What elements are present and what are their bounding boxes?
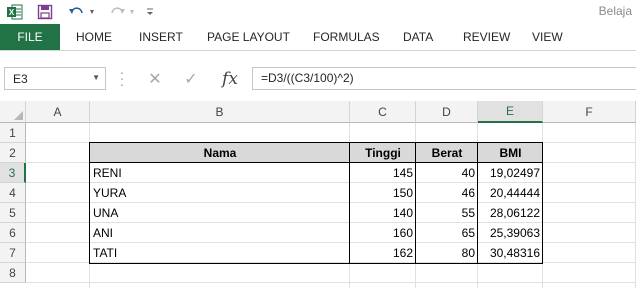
table-border	[477, 142, 478, 264]
insert-function-icon[interactable]: fx	[216, 67, 244, 90]
redo-icon[interactable]	[106, 2, 128, 22]
svg-text:X: X	[9, 8, 15, 17]
name-box[interactable]: E3 ▼	[4, 67, 106, 90]
table-cell-tinggi[interactable]: 162	[350, 243, 416, 263]
table-border	[349, 142, 350, 264]
redo-dropdown-icon: ▼	[128, 8, 136, 16]
row-header-5[interactable]: 5	[0, 203, 26, 223]
column-header-a[interactable]: A	[26, 101, 90, 123]
header-cell-tinggi[interactable]: Tinggi	[350, 143, 416, 163]
table-border	[89, 142, 90, 264]
table-cell-berat[interactable]: 80	[416, 243, 478, 263]
gridline	[26, 282, 636, 283]
row-header-1[interactable]: 1	[0, 123, 26, 143]
column-header-d[interactable]: D	[416, 101, 478, 123]
enter-icon[interactable]: ✓	[178, 67, 204, 90]
row-header-4[interactable]: 4	[0, 183, 26, 203]
excel-icon[interactable]: X	[6, 2, 24, 22]
table-cell-bmi[interactable]: 20,44444	[478, 183, 543, 203]
row-header-8[interactable]: 8	[0, 263, 26, 283]
table-cell-nama[interactable]: TATI	[90, 243, 350, 263]
table-cell-bmi[interactable]: 25,39063	[478, 223, 543, 243]
tab-insert[interactable]: INSERT	[139, 24, 183, 50]
table-cell-tinggi[interactable]: 145	[350, 163, 416, 183]
table-cell-tinggi[interactable]: 140	[350, 203, 416, 223]
undo-icon[interactable]	[66, 2, 88, 22]
table-border	[89, 263, 543, 264]
tab-formulas[interactable]: FORMULAS	[313, 24, 380, 50]
cancel-icon[interactable]: ✕	[142, 67, 168, 90]
column-header-f[interactable]: F	[543, 101, 636, 123]
header-cell-nama[interactable]: Nama	[90, 143, 350, 163]
table-cell-berat[interactable]: 40	[416, 163, 478, 183]
table-border	[415, 142, 416, 264]
table-cell-tinggi[interactable]: 150	[350, 183, 416, 203]
table-cell-bmi[interactable]: 28,06122	[478, 203, 543, 223]
header-cell-bmi[interactable]: BMI	[478, 143, 543, 163]
select-all-button[interactable]	[0, 101, 26, 123]
tab-home[interactable]: HOME	[76, 24, 112, 50]
table-border	[89, 142, 543, 143]
customize-icon[interactable]	[144, 2, 156, 22]
column-header-b[interactable]: B	[90, 101, 350, 123]
tab-file[interactable]: FILE	[0, 24, 60, 50]
column-header-c[interactable]: C	[350, 101, 416, 123]
title-bar: X ▼ ▼ Belaja	[0, 0, 636, 24]
table-cell-berat[interactable]: 55	[416, 203, 478, 223]
table-cell-bmi[interactable]: 30,48316	[478, 243, 543, 263]
formula-bar-area: E3 ▼ · · · ✕ ✓ fx =D3/((C3/100)^2)	[0, 51, 636, 101]
column-header-e[interactable]: E	[478, 101, 543, 123]
table-cell-nama[interactable]: ANI	[90, 223, 350, 243]
drag-handle-icon[interactable]: · · ·	[118, 65, 126, 91]
table-border	[542, 142, 543, 264]
table-cell-berat[interactable]: 65	[416, 223, 478, 243]
row-header-7[interactable]: 7	[0, 243, 26, 263]
table-cell-berat[interactable]: 46	[416, 183, 478, 203]
document-title: Belaja	[598, 4, 632, 18]
tab-review[interactable]: REVIEW	[463, 24, 510, 50]
ribbon-tabs: FILE HOME INSERT PAGE LAYOUT FORMULAS DA…	[0, 24, 636, 51]
tab-view[interactable]: VIEW	[532, 24, 563, 50]
tab-data[interactable]: DATA	[403, 24, 433, 50]
chevron-down-icon[interactable]: ▼	[92, 73, 100, 82]
table-cell-nama[interactable]: RENI	[90, 163, 350, 183]
table-border	[89, 162, 543, 163]
header-cell-berat[interactable]: Berat	[416, 143, 478, 163]
tab-page-layout[interactable]: PAGE LAYOUT	[207, 24, 290, 50]
select-all-icon	[14, 111, 23, 120]
undo-dropdown-icon[interactable]: ▼	[88, 2, 96, 22]
formula-input[interactable]: =D3/((C3/100)^2)	[252, 67, 636, 90]
row-header-6[interactable]: 6	[0, 223, 26, 243]
worksheet-grid: A B C D E F 1 2 3 4 5 6 7 8 Nama Tinggi …	[0, 101, 636, 288]
name-box-value: E3	[13, 72, 28, 86]
table-cell-bmi[interactable]: 19,02497	[478, 163, 543, 183]
save-icon[interactable]	[36, 2, 54, 22]
table-cell-tinggi[interactable]: 160	[350, 223, 416, 243]
table-cell-nama[interactable]: YURA	[90, 183, 350, 203]
formula-buttons: ✕ ✓ fx	[136, 67, 248, 90]
row-header-3[interactable]: 3	[0, 163, 26, 183]
table-cell-nama[interactable]: UNA	[90, 203, 350, 223]
row-header-2[interactable]: 2	[0, 143, 26, 163]
